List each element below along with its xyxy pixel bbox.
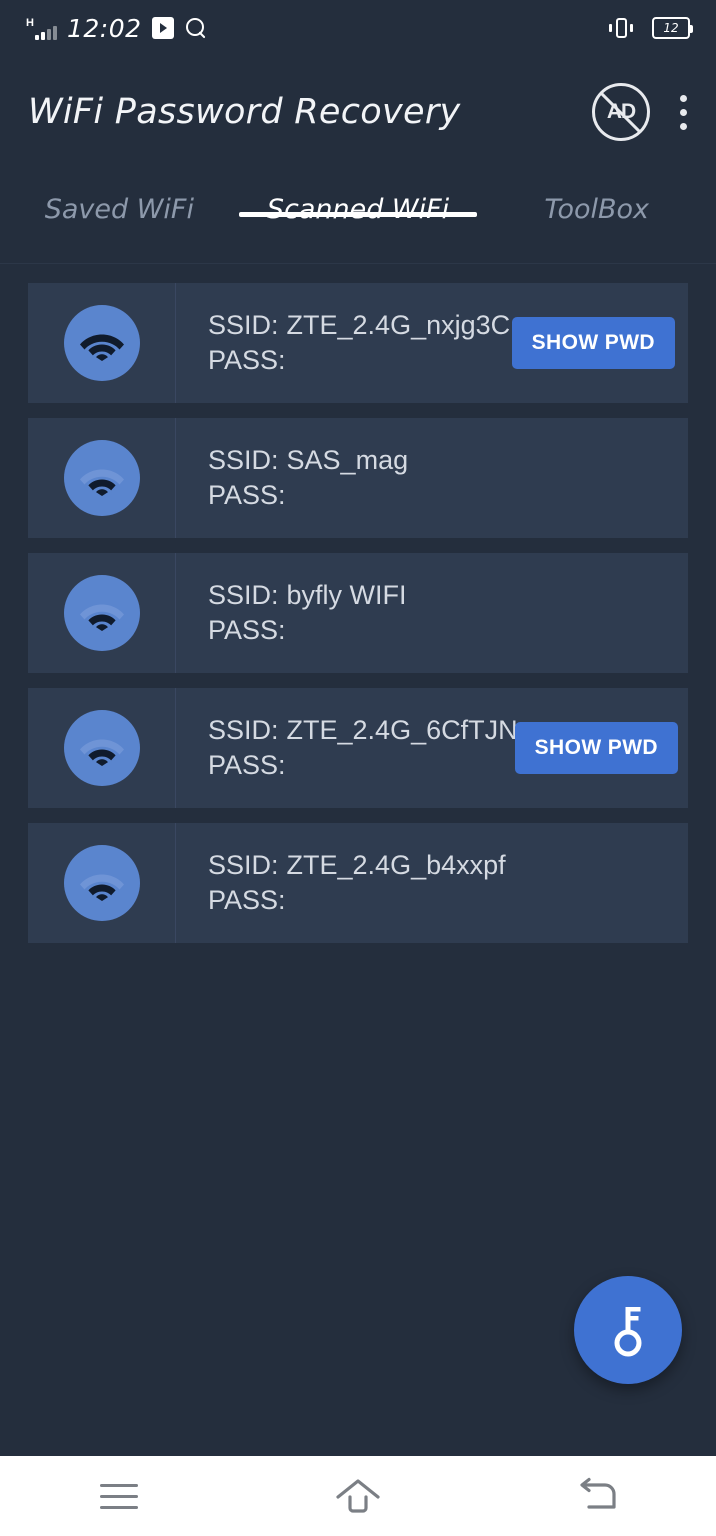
app-bar: WiFi Password Recovery AD xyxy=(0,56,716,168)
tab-saved-wifi[interactable]: Saved WiFi xyxy=(0,168,239,225)
pass-label: PASS: xyxy=(208,345,286,375)
ssid-line: SSID: ZTE_2.4G_b4xxpf xyxy=(208,850,688,881)
show-pwd-button[interactable]: SHOW PWD xyxy=(514,722,678,774)
nav-recents-button[interactable] xyxy=(0,1483,239,1509)
pass-line: PASS: xyxy=(208,885,688,916)
system-nav-bar xyxy=(0,1456,716,1536)
tab-bar-divider xyxy=(0,263,716,264)
wifi-signal-icon xyxy=(64,440,140,516)
pass-line: PASS: xyxy=(208,615,688,646)
ssid-line: SSID: SAS_mag xyxy=(208,445,688,476)
pass-label: PASS: xyxy=(208,885,286,915)
table-row[interactable]: SSID: ZTE_2.4G_b4xxpf PASS: xyxy=(28,823,688,943)
no-ads-label: AD xyxy=(606,100,636,123)
ssid-value: ZTE_2.4G_b4xxpf xyxy=(286,850,506,880)
no-ads-icon[interactable]: AD xyxy=(592,83,650,141)
nav-home-button[interactable] xyxy=(239,1477,478,1515)
tab-scanned-wifi[interactable]: Scanned WiFi xyxy=(239,168,478,225)
wifi-info-cell: SSID: ZTE_2.4G_b4xxpf PASS: xyxy=(176,823,688,943)
ssid-value: byfly WIFI xyxy=(286,580,407,610)
tab-bar: Saved WiFi Scanned WiFi ToolBox xyxy=(0,168,716,264)
tab-scanned-wifi-label: Scanned WiFi xyxy=(266,194,450,225)
ssid-label: SSID: xyxy=(208,715,279,745)
ssid-value: ZTE_2.4G_nxjg3C xyxy=(286,310,511,340)
table-row[interactable]: SSID: ZTE_2.4G_nxjg3C PASS: SHOW PWD xyxy=(28,283,688,403)
status-bar: H 12:02 12 xyxy=(0,0,716,56)
pass-label: PASS: xyxy=(208,615,286,645)
network-type-label: H xyxy=(26,17,34,29)
tab-toolbox-label: ToolBox xyxy=(544,194,650,225)
back-icon xyxy=(580,1477,616,1509)
wifi-info-cell: SSID: byfly WIFI PASS: xyxy=(176,553,688,673)
wifi-icon-cell xyxy=(28,283,176,403)
wifi-icon-cell xyxy=(28,553,176,673)
wifi-icon xyxy=(80,334,124,361)
tab-saved-wifi-label: Saved WiFi xyxy=(44,194,194,225)
wifi-icon xyxy=(80,874,124,901)
wifi-icon-cell xyxy=(28,823,176,943)
wifi-icon-cell xyxy=(28,688,176,808)
wifi-icon xyxy=(80,604,124,631)
menu-icon xyxy=(100,1483,139,1509)
key-fab-button[interactable] xyxy=(574,1276,682,1384)
tab-active-indicator xyxy=(239,212,477,217)
vibrate-icon xyxy=(606,16,636,40)
ssid-value: ZTE_2.4G_6CfTJN xyxy=(286,715,518,745)
wifi-signal-icon xyxy=(64,710,140,786)
ssid-line: SSID: byfly WIFI xyxy=(208,580,688,611)
table-row[interactable]: SSID: ZTE_2.4G_6CfTJN PASS: SHOW PWD xyxy=(28,688,688,808)
key-icon xyxy=(614,1307,642,1357)
show-pwd-button[interactable]: SHOW PWD xyxy=(511,317,675,369)
wifi-icon xyxy=(80,469,124,496)
play-icon xyxy=(151,17,174,39)
page-title: WiFi Password Recovery xyxy=(28,92,461,132)
wifi-info-cell: SSID: SAS_mag PASS: xyxy=(176,418,688,538)
wifi-signal-icon xyxy=(64,845,140,921)
table-row[interactable]: SSID: SAS_mag PASS: xyxy=(28,418,688,538)
kebab-menu-icon[interactable] xyxy=(680,91,688,134)
battery-icon: 12 xyxy=(652,17,693,39)
home-icon xyxy=(336,1479,380,1513)
table-row[interactable]: SSID: byfly WIFI PASS: xyxy=(28,553,688,673)
signal-strength-icon: H xyxy=(26,16,57,40)
ssid-label: SSID: xyxy=(208,445,279,475)
wifi-icon xyxy=(80,739,124,766)
ssid-label: SSID: xyxy=(208,580,279,610)
wifi-signal-icon xyxy=(64,575,140,651)
scanned-wifi-list: SSID: ZTE_2.4G_nxjg3C PASS: SHOW PWD SSI… xyxy=(28,283,688,958)
ssid-label: SSID: xyxy=(208,850,279,880)
pass-line: PASS: xyxy=(208,480,688,511)
status-bar-left: H 12:02 xyxy=(26,14,208,43)
pass-label: PASS: xyxy=(208,750,286,780)
status-bar-clock: 12:02 xyxy=(66,13,142,43)
battery-level-label: 12 xyxy=(663,21,679,35)
nav-back-button[interactable] xyxy=(477,1477,716,1515)
tab-toolbox[interactable]: ToolBox xyxy=(477,168,716,225)
ssid-label: SSID: xyxy=(208,310,279,340)
status-bar-right: 12 xyxy=(606,16,693,40)
phone-screen: H 12:02 12 WiFi Password Recovery AD Sav… xyxy=(0,0,716,1536)
pass-label: PASS: xyxy=(208,480,286,510)
ssid-value: SAS_mag xyxy=(286,445,409,475)
signal-bars xyxy=(34,24,57,40)
wifi-signal-icon xyxy=(64,305,140,381)
search-icon xyxy=(184,16,208,40)
wifi-icon-cell xyxy=(28,418,176,538)
